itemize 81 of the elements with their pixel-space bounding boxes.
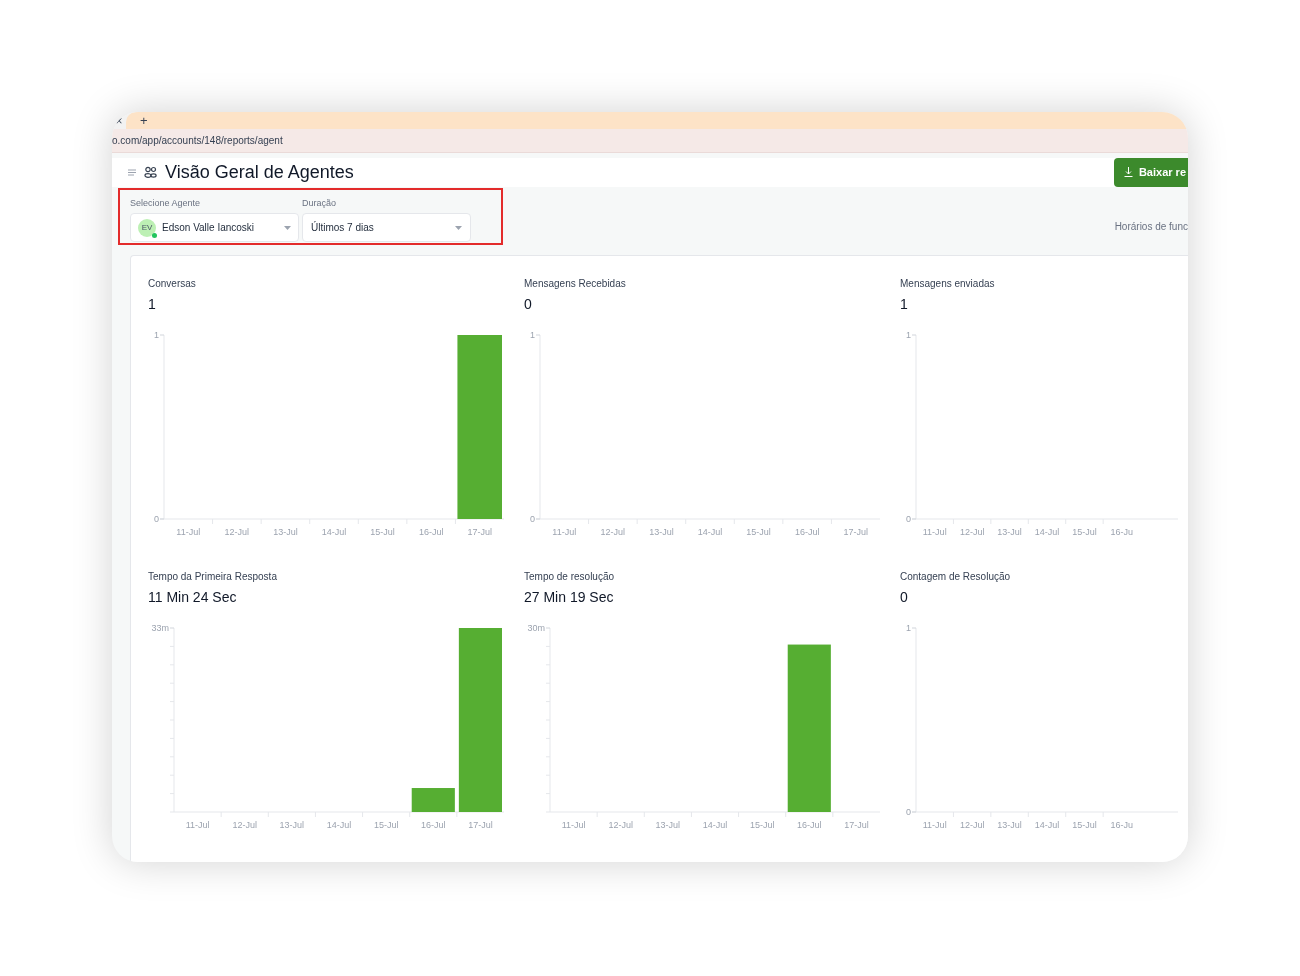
x-tick-label: 16-Jul: [797, 820, 822, 830]
avatar: EV: [138, 218, 156, 237]
x-tick-label: 12-Jul: [608, 820, 633, 830]
x-tick-label: 15-Jul: [373, 820, 399, 830]
x-tick-label: 15-Jul: [749, 820, 775, 830]
address-bar[interactable]: o.com/app/accounts/148/reports/agent: [112, 129, 1188, 153]
people-icon: [144, 166, 157, 178]
x-tick-label: 11-Jul: [922, 820, 947, 830]
x-tick-label: 17-Jul: [844, 820, 869, 830]
x-tick-label: 15-Jul: [370, 527, 395, 537]
metric-title: Mensagens enviadas: [900, 277, 996, 291]
page-title: Visão Geral de Agentes: [165, 160, 354, 184]
x-tick-label: 15-Jul: [1072, 527, 1097, 537]
y-tick-label: 1: [906, 330, 911, 340]
caret-icon: [455, 225, 462, 230]
metric-value: 27 Min 19 Sec: [524, 588, 615, 607]
browser-tab[interactable]: +: [126, 112, 1188, 130]
y-tick-label: 0: [530, 514, 535, 524]
x-tick-label: 13-Jul: [273, 527, 298, 537]
y-tick-label: 0: [906, 514, 911, 524]
y-tick-label: 1: [530, 330, 535, 340]
x-tick-label: 11-Jul: [176, 527, 201, 537]
x-tick-label: 16-Jul: [418, 527, 444, 537]
x-tick-label: 12-Jul: [959, 527, 985, 537]
x-tick-label: 13-Jul: [997, 820, 1022, 830]
business-hours-label: Horários de func: [1114, 219, 1188, 234]
field-label: Duração: [302, 196, 338, 210]
y-tick-label: 30m: [527, 623, 545, 633]
x-tick-label: 13-Jul: [655, 820, 681, 830]
x-tick-label: 12-Jul: [959, 820, 985, 830]
x-tick-label: 11-Jul: [185, 820, 210, 830]
y-tick-label: 0: [154, 514, 159, 524]
x-tick-label: 14-Jul: [702, 820, 728, 830]
x-tick-label: 14-Jul: [1034, 820, 1060, 830]
metric-value: 0: [900, 588, 909, 607]
x-tick-label: 11-Jul: [922, 527, 947, 537]
x-tick-label: 14-Jul: [1034, 527, 1060, 537]
x-tick-label: 16-Jul: [794, 527, 820, 537]
x-tick-label: 15-Jul: [746, 527, 771, 537]
bar: [411, 788, 455, 812]
metric-value: 0: [524, 295, 533, 314]
agent-select[interactable]: EV Edson Valle Iancoski: [130, 213, 299, 242]
y-tick-label: 0: [906, 807, 911, 817]
x-tick-label: 13-Jul: [649, 527, 674, 537]
x-tick-label: 12-Jul: [232, 820, 257, 830]
y-tick-label: 33m: [151, 623, 169, 633]
menu-icon[interactable]: [128, 168, 136, 176]
x-tick-label: 17-Jul: [467, 527, 492, 537]
x-tick-label: 14-Jul: [697, 527, 723, 537]
x-tick-label: 16-Jul: [421, 820, 446, 830]
x-tick-label: 12-Jul: [600, 527, 626, 537]
metric-title: Mensagens Recebidas: [524, 277, 627, 291]
x-tick-label: 11-Jul: [552, 527, 577, 537]
x-tick-label: 16-Ju: [1110, 527, 1134, 537]
x-tick-label: 12-Jul: [224, 527, 250, 537]
caret-icon: [284, 225, 291, 230]
metric-title: Tempo de resolução: [524, 570, 616, 584]
x-tick-label: 17-Jul: [843, 527, 868, 537]
x-tick-label: 17-Jul: [468, 820, 493, 830]
x-tick-label: 13-Jul: [279, 820, 305, 830]
download-button[interactable]: Baixar re: [1113, 157, 1188, 187]
x-tick-label: 11-Jul: [561, 820, 586, 830]
x-tick-label: 15-Jul: [1072, 820, 1097, 830]
select-value: Edson Valle Iancoski: [162, 221, 256, 235]
y-tick-label: 1: [906, 623, 911, 633]
x-tick-label: 14-Jul: [326, 820, 352, 830]
download-icon: [1123, 167, 1133, 177]
y-tick-label: 1: [154, 330, 159, 340]
select-value: Últimos 7 dias: [311, 220, 375, 235]
metric-value: 1: [148, 295, 157, 314]
x-tick-label: 13-Jul: [997, 527, 1022, 537]
x-tick-label: 14-Jul: [321, 527, 347, 537]
field-label: Selecione Agente: [130, 196, 202, 210]
new-tab-button[interactable]: +: [140, 114, 148, 128]
metric-title: Contagem de Resolução: [900, 570, 1012, 584]
metric-value: 11 Min 24 Sec: [148, 588, 238, 607]
metric-title: Tempo da Primeira Resposta: [148, 570, 278, 584]
metric-value: 1: [900, 295, 909, 314]
x-tick-label: 16-Ju: [1110, 820, 1134, 830]
duration-select[interactable]: Últimos 7 dias: [302, 213, 471, 242]
metric-title: Conversas: [148, 277, 197, 291]
